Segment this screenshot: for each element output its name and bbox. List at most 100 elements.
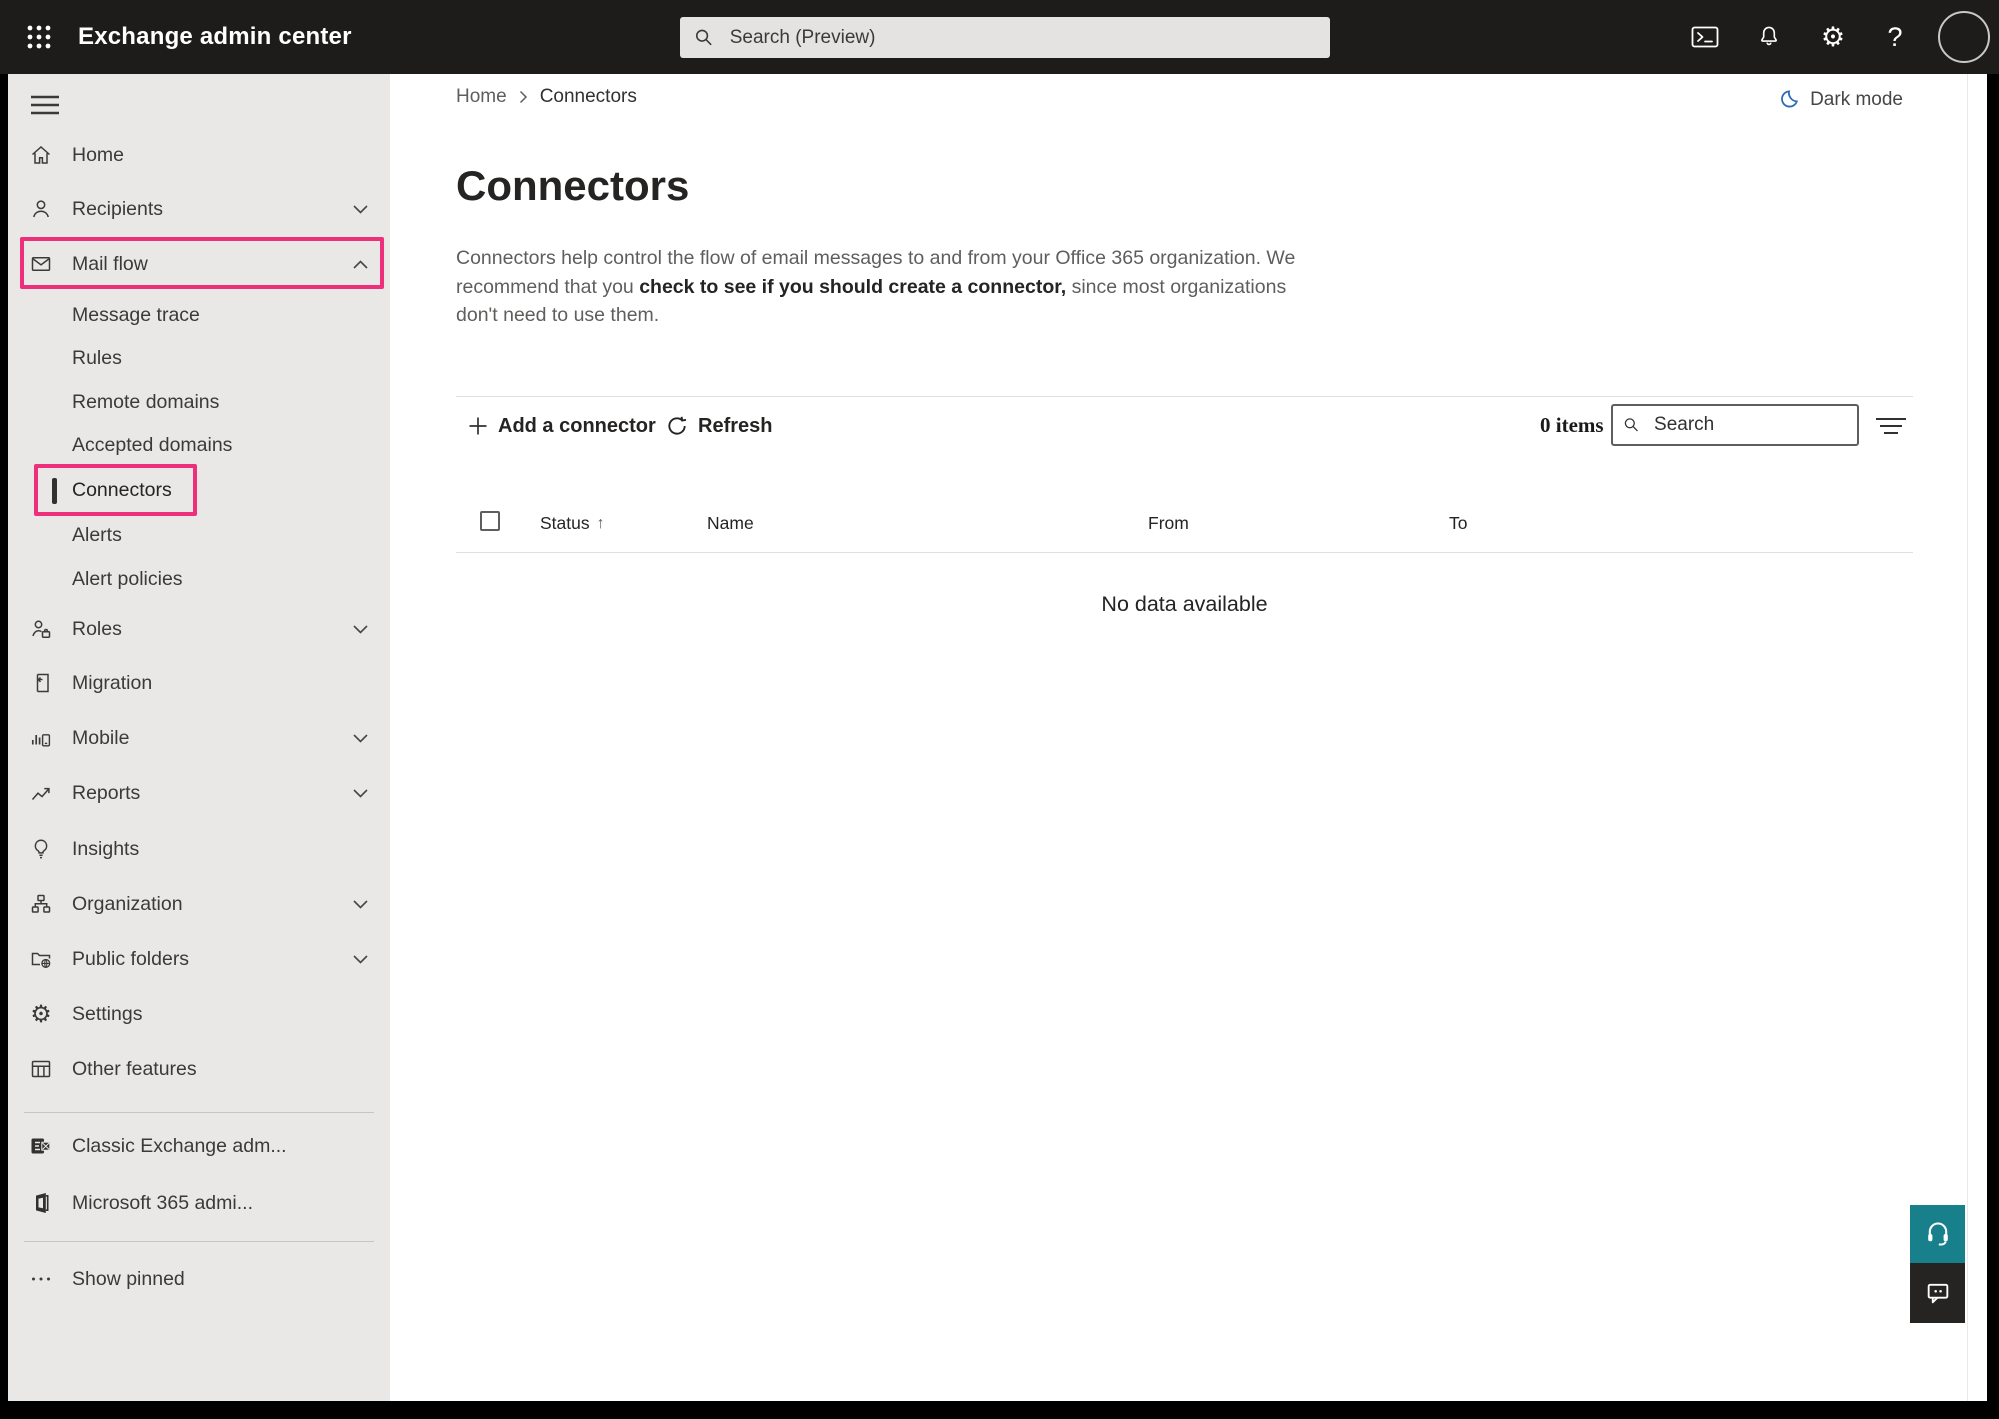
- lightbulb-icon: [28, 836, 54, 862]
- column-header-to[interactable]: To: [1449, 513, 1467, 534]
- refresh-button[interactable]: Refresh: [666, 404, 772, 448]
- left-nav: Home Recipients Mail flow: [8, 74, 390, 1401]
- global-search-input[interactable]: [728, 26, 1316, 50]
- sidebar-item-message-trace[interactable]: Message trace: [8, 293, 390, 337]
- sidebar-item-label: Public folders: [72, 948, 189, 971]
- sidebar-item-label: Mobile: [72, 727, 129, 750]
- sidebar-item-alerts[interactable]: Alerts: [8, 513, 390, 557]
- toolbar-divider: [456, 396, 1913, 397]
- list-search-input[interactable]: [1652, 413, 1847, 437]
- sidebar-item-recipients[interactable]: Recipients: [8, 185, 390, 233]
- sidebar-item-rules[interactable]: Rules: [8, 336, 390, 380]
- sidebar-item-label: Migration: [72, 672, 152, 695]
- terminal-icon: [1691, 25, 1719, 49]
- nav-divider: [24, 1112, 374, 1113]
- sidebar-item-organization[interactable]: Organization: [8, 880, 390, 928]
- list-search[interactable]: [1611, 404, 1859, 446]
- sidebar-item-roles[interactable]: Roles: [8, 605, 390, 653]
- column-header-name[interactable]: Name: [707, 513, 754, 534]
- sidebar-item-other-features[interactable]: Other features: [8, 1045, 390, 1093]
- sidebar-item-remote-domains[interactable]: Remote domains: [8, 380, 390, 424]
- refresh-icon: [666, 415, 688, 437]
- nav-divider: [24, 1241, 374, 1242]
- notifications-button[interactable]: [1746, 0, 1792, 74]
- search-icon: [1623, 415, 1640, 435]
- sidebar-item-label: Settings: [72, 1003, 142, 1026]
- filter-button[interactable]: [1872, 410, 1910, 442]
- table-grid-icon: [28, 1056, 54, 1082]
- sidebar-item-show-pinned[interactable]: Show pinned: [8, 1255, 390, 1303]
- microsoft-365-icon: [28, 1190, 54, 1216]
- sidebar-item-label: Classic Exchange adm...: [72, 1135, 287, 1158]
- sidebar-item-reports[interactable]: Reports: [8, 769, 390, 817]
- ellipsis-icon: [28, 1266, 54, 1292]
- nav-collapse-button[interactable]: [30, 90, 64, 120]
- settings-button[interactable]: ⚙: [1810, 0, 1856, 74]
- sidebar-item-label: Insights: [72, 838, 139, 861]
- select-all-checkbox[interactable]: [480, 511, 500, 531]
- sidebar-item-label: Mail flow: [72, 253, 148, 276]
- home-icon: [28, 142, 54, 168]
- sidebar-item-label: Rules: [72, 347, 122, 370]
- sidebar-item-alert-policies[interactable]: Alert policies: [8, 557, 390, 601]
- sidebar-item-classic-exchange[interactable]: Classic Exchange adm...: [8, 1122, 390, 1170]
- folder-globe-icon: [28, 946, 54, 972]
- chevron-down-icon: [353, 625, 368, 634]
- dark-mode-toggle[interactable]: Dark mode: [1776, 88, 1903, 112]
- sidebar-item-settings[interactable]: ⚙ Settings: [8, 990, 390, 1038]
- account-avatar[interactable]: [1938, 11, 1990, 63]
- chevron-down-icon: [353, 900, 368, 909]
- chevron-down-icon: [353, 955, 368, 964]
- help-icon: ?: [1887, 22, 1902, 53]
- page-title: Connectors: [456, 162, 689, 210]
- sidebar-item-label: Alerts: [72, 524, 122, 547]
- sidebar-item-mobile[interactable]: Mobile: [8, 714, 390, 762]
- breadcrumb-home-link[interactable]: Home: [456, 86, 507, 108]
- column-header-from[interactable]: From: [1148, 513, 1189, 534]
- sidebar-item-m365-admin[interactable]: Microsoft 365 admi...: [8, 1179, 390, 1227]
- add-connector-button[interactable]: Add a connector: [468, 404, 656, 448]
- create-connector-link[interactable]: check to see if you should create a conn…: [639, 276, 1066, 298]
- sidebar-item-insights[interactable]: Insights: [8, 825, 390, 873]
- chevron-down-icon: [353, 789, 368, 798]
- plus-icon: [468, 416, 488, 436]
- top-bar: Exchange admin center ⚙ ?: [0, 0, 1999, 74]
- gear-icon: ⚙: [28, 1001, 54, 1027]
- support-button[interactable]: [1910, 1205, 1965, 1263]
- line-chart-icon: [28, 780, 54, 806]
- filter-icon: [1874, 415, 1908, 437]
- app-title: Exchange admin center: [78, 0, 352, 74]
- mobile-icon: [28, 725, 54, 751]
- breadcrumb-current: Connectors: [540, 86, 637, 108]
- sidebar-item-migration[interactable]: Migration: [8, 659, 390, 707]
- sidebar-item-public-folders[interactable]: Public folders: [8, 935, 390, 983]
- powershell-button[interactable]: [1682, 0, 1728, 74]
- scrollbar-track[interactable]: [1967, 74, 1968, 1401]
- org-chart-icon: [28, 891, 54, 917]
- search-icon: [694, 27, 714, 48]
- sidebar-item-label: Recipients: [72, 198, 163, 221]
- sidebar-item-label: Show pinned: [72, 1268, 185, 1291]
- breadcrumb: Home Connectors: [456, 86, 637, 108]
- sidebar-item-label: Home: [72, 144, 124, 167]
- headset-icon: [1924, 1220, 1952, 1248]
- selected-item-indicator: [52, 478, 57, 504]
- sidebar-item-home[interactable]: Home: [8, 131, 390, 179]
- column-header-status[interactable]: Status ↑: [540, 513, 605, 534]
- sidebar-item-connectors[interactable]: Connectors: [8, 468, 390, 512]
- app-launcher-button[interactable]: [24, 22, 54, 52]
- chevron-down-icon: [353, 734, 368, 743]
- sidebar-item-mail-flow[interactable]: Mail flow: [8, 240, 390, 288]
- chevron-right-icon: [519, 90, 528, 104]
- sidebar-item-accepted-domains[interactable]: Accepted domains: [8, 423, 390, 467]
- help-button[interactable]: ?: [1872, 0, 1918, 74]
- global-search[interactable]: [680, 17, 1330, 58]
- sidebar-item-label: Other features: [72, 1058, 197, 1081]
- sidebar-item-label: Microsoft 365 admi...: [72, 1192, 253, 1215]
- feedback-button[interactable]: [1910, 1263, 1965, 1323]
- add-connector-label: Add a connector: [498, 415, 656, 438]
- table-header-divider: [456, 552, 1913, 553]
- sidebar-item-label: Alert policies: [72, 568, 183, 591]
- items-count: 0 items: [1540, 413, 1604, 438]
- main-content: Home Connectors Dark mode Connectors Con…: [390, 74, 1987, 1401]
